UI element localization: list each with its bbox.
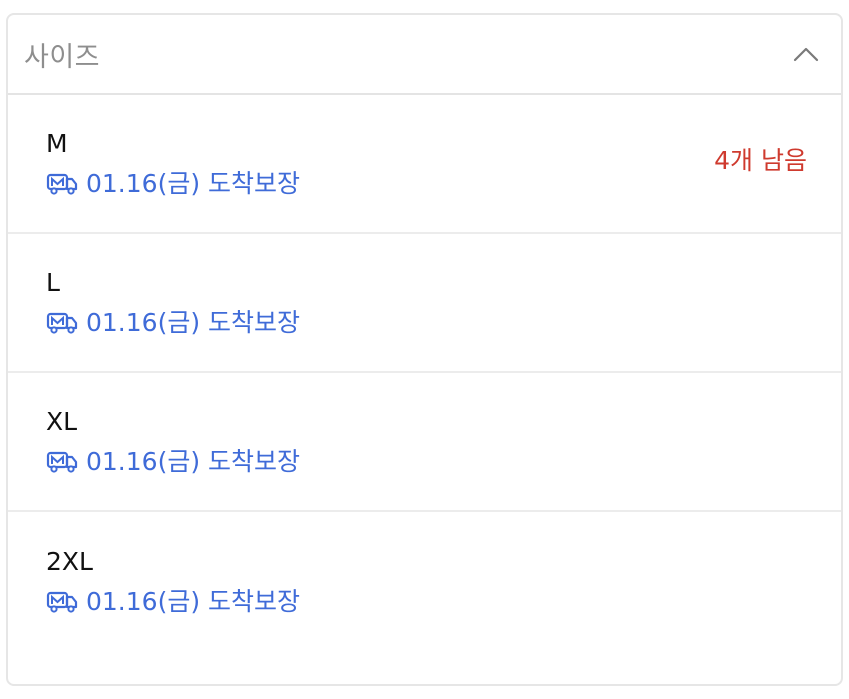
delivery-truck-icon <box>46 591 78 613</box>
size-option-m[interactable]: M 01.16(금) 도착보장 4개 남음 <box>8 95 841 234</box>
option-info: 2XL 01.16(금) 도착보장 <box>46 546 300 618</box>
delivery-date-text: 01.16(금) 도착보장 <box>86 586 301 616</box>
option-info: M 01.16(금) 도착보장 <box>46 128 300 200</box>
size-option-l[interactable]: L 01.16(금) 도착보장 <box>8 234 841 373</box>
delivery-info: 01.16(금) 도착보장 <box>46 307 300 339</box>
size-options-list: M 01.16(금) 도착보장 4개 남음 L 01.16(금) 도착보장 XL… <box>8 95 841 651</box>
delivery-info: 01.16(금) 도착보장 <box>46 168 300 200</box>
size-dropdown-label: 사이즈 <box>24 41 101 73</box>
size-option-xl[interactable]: XL 01.16(금) 도착보장 <box>8 373 841 512</box>
delivery-truck-icon <box>46 173 78 195</box>
delivery-date-text: 01.16(금) 도착보장 <box>86 446 301 476</box>
option-info: L 01.16(금) 도착보장 <box>46 267 300 339</box>
delivery-date-text: 01.16(금) 도착보장 <box>86 307 301 337</box>
size-dropdown: 사이즈 M 01.16(금) 도착보장 4개 남음 L 01.16(금) 도착보… <box>6 13 843 686</box>
option-size-label: M <box>46 128 68 158</box>
option-size-label: XL <box>46 406 78 436</box>
delivery-info: 01.16(금) 도착보장 <box>46 446 300 478</box>
option-size-label: 2XL <box>46 546 93 576</box>
size-dropdown-header[interactable]: 사이즈 <box>8 15 841 95</box>
stock-remaining-badge: 4개 남음 <box>714 145 807 175</box>
chevron-up-icon[interactable] <box>791 39 821 69</box>
delivery-date-text: 01.16(금) 도착보장 <box>86 168 301 198</box>
option-size-label: L <box>46 267 60 297</box>
delivery-truck-icon <box>46 312 78 334</box>
delivery-truck-icon <box>46 451 78 473</box>
delivery-info: 01.16(금) 도착보장 <box>46 586 300 618</box>
size-option-2xl[interactable]: 2XL 01.16(금) 도착보장 <box>8 512 841 651</box>
option-info: XL 01.16(금) 도착보장 <box>46 406 300 478</box>
